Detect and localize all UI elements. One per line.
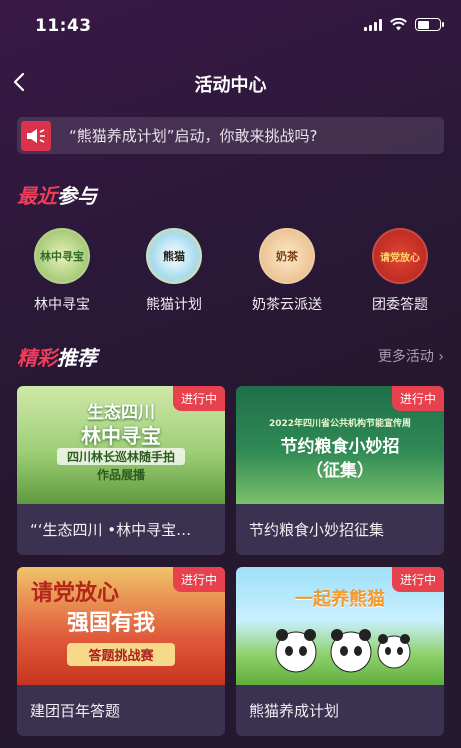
battery-icon <box>415 18 444 31</box>
card-caption: 节约粮食小妙招征集 <box>249 521 385 539</box>
card-caption: 建团百年答题 <box>30 702 121 720</box>
featured-title-rest: 推荐 <box>57 346 97 370</box>
status-icons <box>364 18 444 31</box>
card-image: 进行中 请党放心 强国有我 答题挑战赛 <box>17 567 225 685</box>
recent-item-thumbnail: 林中寻宝 <box>34 228 90 284</box>
card-image: 进行中 一起养熊猫 <box>236 567 444 685</box>
thumbnail-text: 奶茶 <box>276 250 298 263</box>
card-image: 进行中 2022年四川省公共机构节能宣传周 节约粮食小妙招 （征集） <box>236 386 444 504</box>
nav-bar: 活动中心 <box>0 60 461 104</box>
recent-item-quiz[interactable]: 请党放心 团委答题 <box>350 228 450 314</box>
announcement-bar[interactable]: “熊猫养成计划”启动，你敢来挑战吗? <box>17 117 444 154</box>
page-title: 活动中心 <box>194 75 267 96</box>
panda-illustration <box>275 629 411 673</box>
recent-item-milk-tea[interactable]: 奶茶 奶茶云派送 <box>237 228 337 314</box>
recent-item-thumbnail: 请党放心 <box>372 228 428 284</box>
card-art-line: 四川林长巡林随手拍 <box>57 448 185 465</box>
card-art-subtitle: 节约粮食小妙招 <box>280 437 400 457</box>
recent-item-label: 奶茶云派送 <box>252 297 322 313</box>
card-art-title: 2022年四川省公共机构节能宣传周 <box>268 419 412 429</box>
card-art-subtitle: 林中寻宝 <box>81 424 161 448</box>
activity-card-panda[interactable]: 进行中 一起养熊猫 熊猫养成计划 <box>236 567 444 736</box>
featured-section-title: 精彩推荐 <box>17 342 97 371</box>
recent-item-panda[interactable]: 熊猫 熊猫计划 <box>124 228 224 314</box>
recent-title-rest: 参与 <box>57 184 97 208</box>
recent-title-highlight: 最近 <box>17 184 57 208</box>
recent-list: 林中寻宝 林中寻宝 熊猫 熊猫计划 奶茶 奶茶云派送 请党放心 团委答题 <box>0 228 461 320</box>
announcement-text: “熊猫养成计划”启动，你敢来挑战吗? <box>69 127 318 145</box>
card-art-line: （征集） <box>306 461 374 481</box>
recent-item-label: 团委答题 <box>372 297 428 313</box>
status-bar: 11:43 <box>0 0 461 50</box>
recent-item-label: 林中寻宝 <box>34 297 90 313</box>
recent-item-thumbnail: 熊猫 <box>146 228 202 284</box>
status-badge: 进行中 <box>391 567 444 592</box>
activity-card-food-saving[interactable]: 进行中 2022年四川省公共机构节能宣传周 节约粮食小妙招 （征集） 节约粮食小… <box>236 386 444 555</box>
status-badge: 进行中 <box>172 567 225 592</box>
status-badge: 进行中 <box>172 386 225 411</box>
card-art-line2: 作品展播 <box>96 468 145 482</box>
thumbnail-text: 林中寻宝 <box>40 250 84 263</box>
card-caption: “‘生态四川 •林中寻宝… <box>30 521 192 539</box>
activity-card-forest[interactable]: 进行中 生态四川 林中寻宝 四川林长巡林随手拍 作品展播 “‘生态四川 •林中寻… <box>17 386 225 555</box>
recent-section-title: 最近参与 <box>17 180 97 209</box>
featured-title-highlight: 精彩 <box>17 346 57 370</box>
megaphone-icon <box>21 120 51 151</box>
signal-icon <box>364 18 382 31</box>
card-caption: 熊猫养成计划 <box>249 702 340 720</box>
status-badge: 进行中 <box>391 386 444 411</box>
card-art-subtitle: 强国有我 <box>67 611 156 636</box>
status-time: 11:43 <box>35 16 92 36</box>
more-activities-link[interactable]: 更多活动 › <box>378 346 444 366</box>
activity-card-league-quiz[interactable]: 进行中 请党放心 强国有我 答题挑战赛 建团百年答题 <box>17 567 225 736</box>
recent-item-thumbnail: 奶茶 <box>259 228 315 284</box>
card-art-line: 答题挑战赛 <box>67 643 175 666</box>
thumbnail-text: 熊猫 <box>163 250 185 263</box>
recent-item-forest[interactable]: 林中寻宝 林中寻宝 <box>12 228 112 314</box>
thumbnail-text: 请党放心 <box>380 252 420 264</box>
card-image: 进行中 生态四川 林中寻宝 四川林长巡林随手拍 作品展播 <box>17 386 225 504</box>
wifi-icon <box>390 18 407 31</box>
recent-item-label: 熊猫计划 <box>146 297 202 313</box>
